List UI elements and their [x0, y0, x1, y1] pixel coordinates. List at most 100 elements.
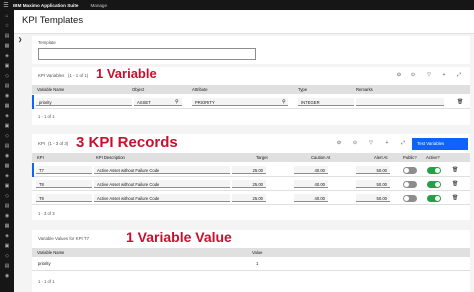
nav-icon-4[interactable]: ▣ [4, 64, 10, 69]
kpi-description-field[interactable]: Active Asset without Failure Code [94, 180, 230, 188]
kpi-field[interactable]: T8 [36, 180, 92, 188]
toggle-knob [404, 168, 409, 173]
attribute-field[interactable]: PRIORITY [192, 98, 288, 106]
nav-icon-6[interactable]: ▤ [4, 84, 10, 89]
add-icon[interactable]: + [384, 140, 390, 146]
kpi-field[interactable]: T7 [36, 166, 92, 174]
nav-icon-11[interactable]: ◇ [4, 134, 10, 139]
caution-field[interactable]: 40.00 [294, 194, 328, 202]
column-header[interactable]: Type [298, 87, 307, 92]
toggle-knob [404, 196, 409, 201]
trash-icon[interactable]: 🗑 [457, 99, 463, 105]
nav-icon-22[interactable]: ▣ [4, 244, 10, 249]
target-field[interactable]: 25.00 [232, 180, 266, 188]
active-toggle[interactable] [427, 167, 441, 174]
test-variables-button[interactable]: Test Variables [412, 138, 468, 150]
nav-icon-18[interactable]: ▤ [4, 204, 10, 209]
nav-icon-7[interactable]: ◉ [4, 94, 10, 99]
target-field[interactable]: 25.00 [232, 166, 266, 174]
search-icon[interactable]: ⚲ [175, 99, 179, 105]
trash-icon[interactable]: 🗑 [452, 167, 458, 173]
menu-icon[interactable]: ☰ [0, 2, 12, 9]
caution-field[interactable]: 40.00 [294, 180, 328, 188]
side-nav: ⌂ ☆ ▤ ▦ ◈ ▣ ◇ ▤ ◉ ▦ ◈ ▣ ◇ ▤ ◉ ▦ ◈ ▣ ◇ ▤ … [0, 10, 14, 292]
trash-icon[interactable]: 🗑 [452, 181, 458, 187]
column-header[interactable]: Public? [403, 155, 417, 160]
caution-field[interactable]: 40.00 [294, 166, 328, 174]
download-icon[interactable]: ⊙ [396, 72, 402, 78]
column-header[interactable]: Attribute [192, 87, 208, 92]
nav-icon-13[interactable]: ◉ [4, 154, 10, 159]
column-header[interactable]: KPI [37, 155, 44, 160]
variable-annotation: 1 Variable [96, 66, 157, 81]
variable-values-title: Variable Values for KPI T7 [38, 236, 90, 241]
nav-icon-19[interactable]: ◉ [4, 214, 10, 219]
filter-icon[interactable]: ▽ [426, 72, 432, 78]
public-toggle[interactable] [403, 181, 417, 188]
nav-icon-23[interactable]: ◇ [4, 254, 10, 259]
nav-icon-14[interactable]: ▦ [4, 164, 10, 169]
settings-icon[interactable]: ⊙ [410, 72, 416, 78]
nav-icon-25[interactable]: ◉ [4, 274, 10, 279]
type-field[interactable]: INTEGER [298, 98, 354, 106]
column-header[interactable]: Object [132, 87, 144, 92]
target-field[interactable]: 25.00 [232, 194, 266, 202]
pager-text: 1 - 1 of 1 [38, 279, 55, 284]
filter-icon[interactable]: ▽ [368, 140, 374, 146]
column-header[interactable]: Variable Name [37, 87, 64, 92]
home-icon[interactable]: ⌂ [4, 14, 10, 19]
kpi-description-field[interactable]: Active Asset without Failure Code [94, 166, 230, 174]
expand-icon[interactable]: ⤢ [456, 72, 462, 78]
column-header[interactable]: Variable Name [37, 250, 64, 255]
manage-app-name[interactable]: Manage [90, 3, 107, 8]
nav-icon-12[interactable]: ▤ [4, 144, 10, 149]
template-textarea[interactable] [38, 48, 256, 60]
nav-icon-8[interactable]: ▦ [4, 104, 10, 109]
alert-field[interactable]: 50.00 [356, 180, 390, 188]
nav-icon-24[interactable]: ▤ [4, 264, 10, 269]
column-header[interactable]: Remarks [356, 87, 373, 92]
variable-name-cell: priority [38, 261, 51, 266]
active-toggle[interactable] [427, 195, 441, 202]
variable-name-field[interactable]: priority [36, 98, 132, 106]
kpi-description-field[interactable]: Active Asset without Failure Code [94, 194, 230, 202]
column-header[interactable]: Caution At [311, 155, 330, 160]
nav-icon-3[interactable]: ◈ [4, 54, 10, 59]
alert-field[interactable]: 50.00 [356, 194, 390, 202]
star-icon[interactable]: ☆ [4, 24, 10, 29]
kpi-records-annotation: 3 KPI Records [76, 134, 178, 151]
public-toggle[interactable] [403, 167, 417, 174]
nav-icon-1[interactable]: ▤ [4, 34, 10, 39]
add-icon[interactable]: + [441, 72, 447, 78]
table-row[interactable]: priority 1 [32, 258, 470, 271]
column-header[interactable]: KPI Description [96, 155, 125, 160]
remarks-field[interactable] [356, 98, 444, 106]
public-toggle[interactable] [403, 195, 417, 202]
nav-icon-9[interactable]: ◈ [4, 114, 10, 119]
chevron-right-icon[interactable]: ❯ [18, 37, 22, 43]
alert-field[interactable]: 50.00 [356, 166, 390, 174]
kpi-count: (1 - 3 of 3) [48, 141, 69, 146]
nav-icon-2[interactable]: ▦ [4, 44, 10, 49]
kpi-field[interactable]: T9 [36, 194, 92, 202]
nav-icon-5[interactable]: ◇ [4, 74, 10, 79]
pager-text: 1 - 3 of 3 [38, 211, 55, 216]
trash-icon[interactable]: 🗑 [452, 195, 458, 201]
settings-icon[interactable]: ⊙ [352, 140, 358, 146]
search-icon[interactable]: ⚲ [282, 99, 286, 105]
brand-name[interactable]: IBM Maximo Application Suite [13, 3, 78, 8]
nav-icon-21[interactable]: ◈ [4, 234, 10, 239]
active-toggle[interactable] [427, 181, 441, 188]
nav-icon-17[interactable]: ◇ [4, 194, 10, 199]
nav-icon-16[interactable]: ▣ [4, 184, 10, 189]
column-header[interactable]: Active? [426, 155, 440, 160]
download-icon[interactable]: ⊙ [336, 140, 342, 146]
column-header[interactable]: Value [252, 250, 262, 255]
column-header[interactable]: Alert At [374, 155, 388, 160]
column-header[interactable]: Target [256, 155, 268, 160]
nav-icon-20[interactable]: ▦ [4, 224, 10, 229]
expand-icon[interactable]: ⤢ [400, 140, 406, 146]
nav-icon-15[interactable]: ◈ [4, 174, 10, 179]
nav-icon-10[interactable]: ▣ [4, 124, 10, 129]
row-selected-indicator [32, 163, 34, 177]
